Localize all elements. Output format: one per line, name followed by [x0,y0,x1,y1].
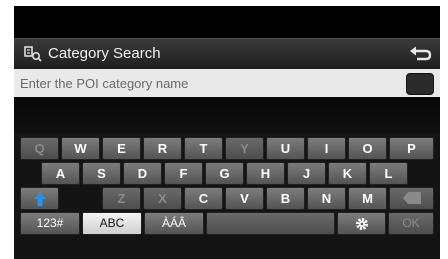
suggestion-area [14,97,440,133]
shift-key[interactable] [20,187,59,210]
key-x: X [143,187,182,210]
key-f[interactable]: F [164,162,203,185]
title-bar: Category Search [14,38,440,70]
key-h[interactable]: H [246,162,285,185]
key-n[interactable]: N [307,187,346,210]
key-l[interactable]: L [369,162,408,185]
key-w[interactable]: W [61,137,100,160]
clear-icon[interactable] [406,73,434,95]
key-g[interactable]: G [205,162,244,185]
key-p[interactable]: P [389,137,434,160]
page-title: Category Search [48,45,161,62]
mode-abc-button[interactable]: ABC [82,212,142,235]
mode-123-button[interactable]: 123# [20,212,80,235]
backspace-icon [402,192,421,204]
key-t[interactable]: T [184,137,223,160]
key-e[interactable]: E [102,137,141,160]
poi-category-input[interactable] [20,72,400,94]
key-s[interactable]: S [82,162,121,185]
key-y: Y [225,137,264,160]
key-u[interactable]: U [266,137,305,160]
key-a[interactable]: A [41,162,80,185]
key-c[interactable]: C [184,187,223,210]
space-key [206,212,335,235]
settings-button[interactable] [337,212,386,235]
key-v[interactable]: V [225,187,264,210]
key-b[interactable]: B [266,187,305,210]
poi-category-icon [24,46,42,62]
key-r[interactable]: R [143,137,182,160]
back-button[interactable] [402,42,436,66]
back-arrow-icon [410,46,432,61]
key-o[interactable]: O [348,137,387,160]
backspace-key [389,187,434,210]
key-d[interactable]: D [123,162,162,185]
shift-up-arrow-icon [33,192,46,206]
key-i[interactable]: I [307,137,346,160]
nav-screen: Category Search Q W E R T Y U I O P A S … [14,6,440,259]
key-q: Q [20,137,59,160]
search-bar [14,69,440,97]
key-z: Z [102,187,141,210]
key-j[interactable]: J [287,162,326,185]
gear-icon [355,218,368,230]
on-screen-keyboard: Q W E R T Y U I O P A S D F G H J K L Z … [14,133,440,259]
mode-accent-button[interactable]: ÀÁÂ [144,212,204,235]
ok-button: OK [388,212,434,235]
key-k[interactable]: K [328,162,367,185]
key-m[interactable]: M [348,187,387,210]
